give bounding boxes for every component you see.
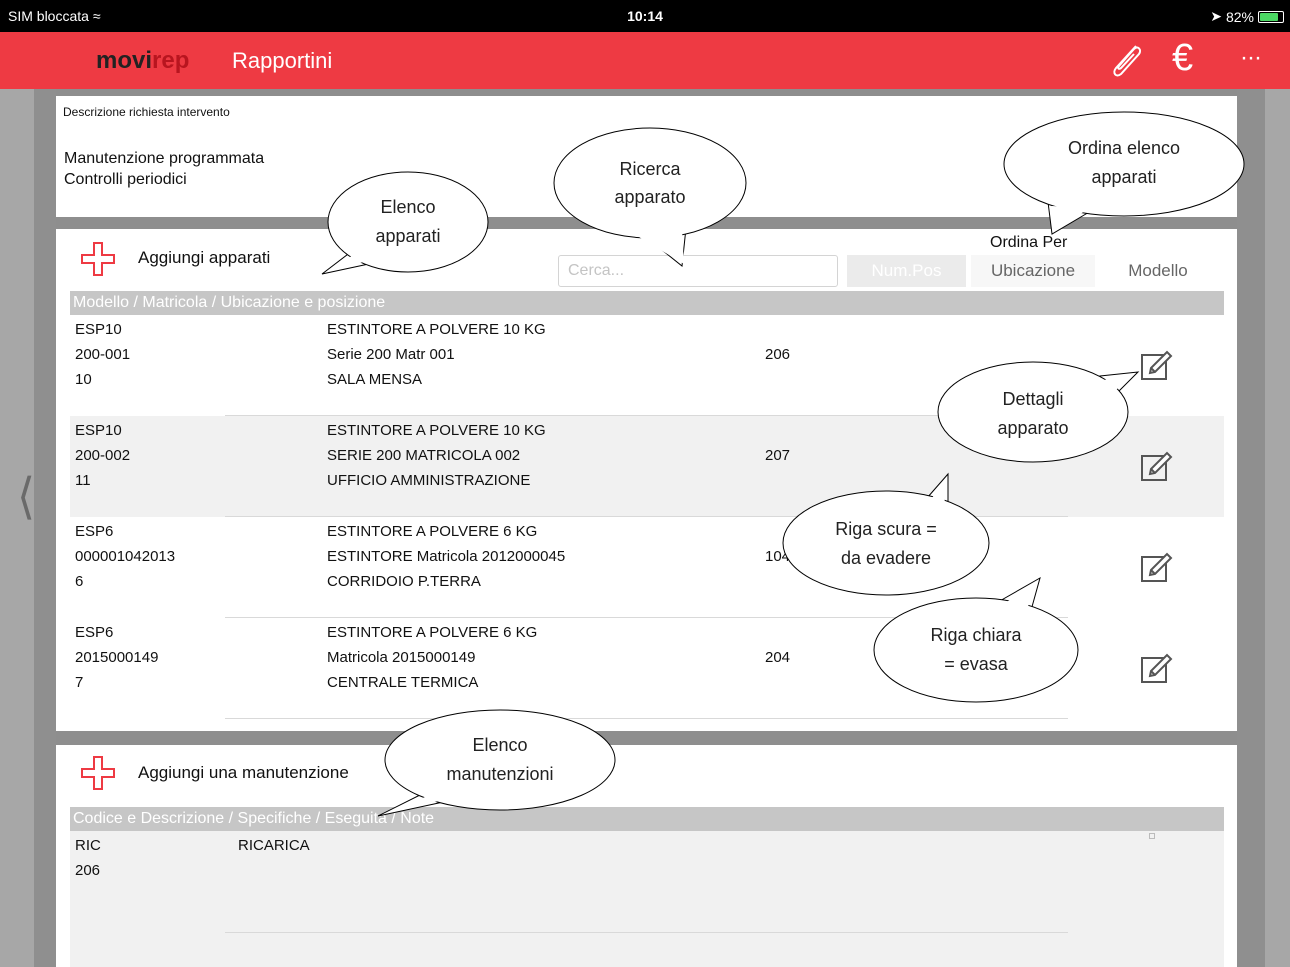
callout-dettagli-line1: Dettagli: [1002, 389, 1063, 409]
callout-riga-scura: Riga scura = da evadere: [782, 472, 990, 596]
callout-elenco-manutenzioni-line1: Elenco: [472, 735, 527, 755]
callout-dettagli-line2: apparato: [997, 418, 1068, 438]
callout-riga-scura-line1: Riga scura =: [835, 519, 937, 539]
callout-riga-chiara-line1: Riga chiara: [930, 625, 1022, 645]
callout-ordina: Ordina elenco apparati: [1003, 111, 1245, 235]
callout-riga-chiara-line2: = evasa: [944, 654, 1009, 674]
callouts-overlay: Ricerca apparato Ordina elenco apparati …: [321, 111, 1245, 817]
callout-ricerca-line1: Ricerca: [619, 159, 681, 179]
callout-elenco-apparati: Elenco apparati: [321, 171, 489, 275]
callout-ricerca: Ricerca apparato: [553, 127, 747, 267]
callout-ordina-line1: Ordina elenco: [1068, 138, 1180, 158]
callout-elenco-manutenzioni-line2: manutenzioni: [446, 764, 553, 784]
callout-riga-chiara: Riga chiara = evasa: [873, 576, 1079, 703]
callout-riga-scura-line2: da evadere: [841, 548, 931, 568]
callout-ricerca-line2: apparato: [614, 187, 685, 207]
callout-dettagli: Dettagli apparato: [937, 361, 1140, 463]
callout-elenco-apparati-line2: apparati: [375, 226, 440, 246]
callout-ordina-line2: apparati: [1091, 167, 1156, 187]
callout-elenco-manutenzioni: Elenco manutenzioni: [377, 709, 616, 817]
callout-elenco-apparati-line1: Elenco: [380, 197, 435, 217]
